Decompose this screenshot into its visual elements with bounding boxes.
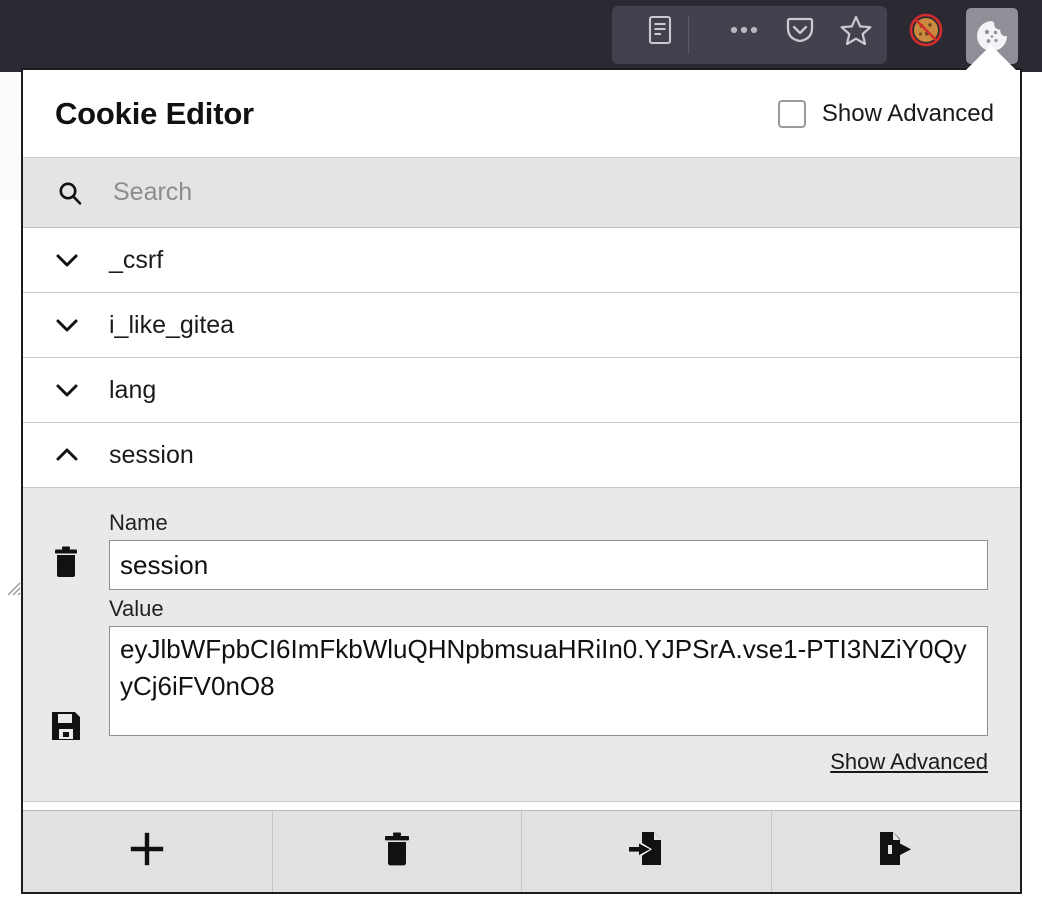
cookie-form-fields: Name Value eyJlbWFpbCI6ImFkbWluQHNpbmsua… xyxy=(109,510,1020,775)
bookmark-star-icon[interactable] xyxy=(834,8,878,52)
page-actions-icon[interactable] xyxy=(722,8,766,52)
cookie-list-item-expanded[interactable]: session xyxy=(23,423,1020,488)
show-advanced-toggle[interactable]: Show Advanced xyxy=(777,99,994,128)
export-cookies-button[interactable] xyxy=(772,811,1021,892)
cookie-name: i_like_gitea xyxy=(109,310,235,339)
chevron-down-icon[interactable] xyxy=(45,317,89,333)
chevron-up-icon[interactable] xyxy=(45,447,89,463)
page-sliver xyxy=(0,200,22,321)
toolbar-divider xyxy=(688,16,689,54)
cookie-name: _csrf xyxy=(109,245,164,274)
show-advanced-label: Show Advanced xyxy=(821,99,994,127)
plus-icon xyxy=(130,832,164,871)
cookie-detail-form: Name Value eyJlbWFpbCI6ImFkbWluQHNpbmsua… xyxy=(23,488,1020,802)
search-input[interactable] xyxy=(111,177,875,208)
pocket-icon[interactable] xyxy=(778,8,822,52)
cookie-name: session xyxy=(109,440,194,469)
show-advanced-checkbox[interactable] xyxy=(777,99,806,128)
screen: Cookie Editor Show Advanced Search _csrf… xyxy=(0,0,1042,912)
chevron-down-icon[interactable] xyxy=(45,252,89,268)
reader-view-icon[interactable] xyxy=(638,8,682,52)
cookie-editor-popup: Cookie Editor Show Advanced Search _csrf… xyxy=(21,68,1022,894)
cookie-list-item[interactable]: i_like_gitea xyxy=(23,293,1020,358)
trash-icon xyxy=(382,831,412,872)
page-sliver xyxy=(0,320,22,546)
name-field-label: Name xyxy=(109,510,168,535)
page-sliver xyxy=(0,545,22,912)
cookie-value-textarea[interactable]: eyJlbWFpbCI6ImFkbWluQHNpbmsuaHRiIn0.YJPS… xyxy=(109,626,988,736)
cookie-form-actions xyxy=(23,510,109,775)
save-floppy-icon[interactable] xyxy=(50,710,82,747)
add-cookie-button[interactable] xyxy=(23,811,273,892)
popup-header: Cookie Editor Show Advanced xyxy=(23,70,1020,158)
search-icon xyxy=(57,180,83,206)
textarea-resize-handle[interactable] xyxy=(5,580,21,596)
cookie-blocked-icon[interactable] xyxy=(904,8,948,52)
export-icon xyxy=(879,831,913,872)
page-title: Cookie Editor xyxy=(55,95,254,131)
value-field-label: Value xyxy=(109,596,164,621)
import-icon xyxy=(629,831,663,872)
cookie-list-item[interactable]: _csrf xyxy=(23,228,1020,293)
popup-pointer-arrow xyxy=(965,45,1017,71)
chevron-down-icon[interactable] xyxy=(45,382,89,398)
show-advanced-link[interactable]: Show Advanced xyxy=(830,749,988,774)
popup-footer-toolbar xyxy=(23,810,1020,892)
delete-all-cookies-button[interactable] xyxy=(273,811,522,892)
import-cookies-button[interactable] xyxy=(522,811,772,892)
advanced-link-row: Show Advanced xyxy=(109,749,988,775)
search-bar[interactable] xyxy=(23,158,1020,228)
trash-icon[interactable] xyxy=(51,546,81,585)
cookie-name: lang xyxy=(109,375,157,404)
cookie-name-input[interactable] xyxy=(109,540,988,590)
cookie-list: _csrf i_like_gitea lang session Name ses… xyxy=(23,228,1020,822)
browser-toolbar xyxy=(0,0,1042,72)
page-sliver xyxy=(0,72,22,201)
cookie-list-item[interactable]: lang xyxy=(23,358,1020,423)
